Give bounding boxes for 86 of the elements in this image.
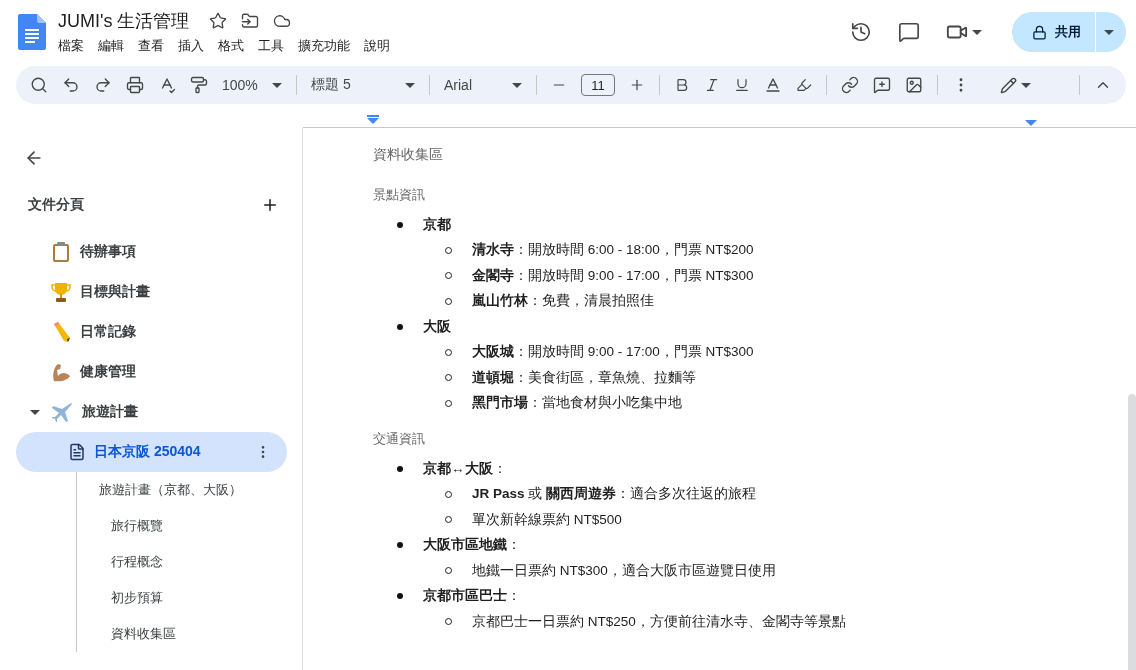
section-heading: 文件分頁	[28, 196, 84, 214]
caret-icon	[405, 82, 415, 88]
section-title: 景點資訊	[373, 186, 426, 204]
list-item: 京都↔大阪：	[423, 459, 507, 478]
menu-item[interactable]: 插入	[178, 37, 204, 55]
document-tab[interactable]: 日本京阪 250404	[16, 432, 287, 472]
bullet-icon	[397, 465, 403, 472]
move-to-folder-icon[interactable]	[241, 12, 260, 30]
font-dropdown[interactable]: Arial	[444, 77, 522, 93]
cloud-icon[interactable]	[273, 12, 292, 30]
docs-logo-icon[interactable]	[18, 14, 46, 50]
document-tab[interactable]: 旅遊計畫	[16, 392, 287, 432]
list-item: 地鐵一日票約 NT$300，適合大阪市區遊覽日使用	[472, 561, 776, 580]
list-item: 嵐山竹林：免費，清晨拍照佳	[472, 292, 654, 311]
caret-icon	[272, 82, 282, 88]
list-item: 金閣寺：開放時間 9:00 - 17:00，門票 NT$300	[472, 266, 754, 285]
airplane-icon	[52, 401, 74, 423]
underline-icon[interactable]	[734, 77, 750, 93]
italic-icon[interactable]	[704, 77, 720, 93]
list-item: JR Pass 或 關西周遊券：適合多次往返的旅程	[472, 485, 757, 504]
caret-icon	[1021, 82, 1031, 88]
indent-marker-icon[interactable]	[367, 115, 379, 124]
menu-item[interactable]: 工具	[258, 37, 284, 55]
document-tab[interactable]: 目標與計畫	[16, 272, 287, 312]
document-tab[interactable]: 健康管理	[16, 352, 287, 392]
increase-size-icon[interactable]	[629, 77, 645, 93]
star-icon[interactable]	[209, 12, 228, 30]
list-item: 大阪	[423, 317, 451, 336]
list-item: 黑門市場：當地食材與小吃集中地	[472, 394, 682, 413]
add-comment-icon[interactable]	[873, 76, 891, 94]
expand-arrow-icon[interactable]	[30, 407, 40, 417]
comment-icon[interactable]	[898, 21, 920, 43]
print-icon[interactable]	[126, 76, 144, 94]
document-title[interactable]: JUMI's 生活管理	[58, 9, 190, 33]
menu-item[interactable]: 查看	[138, 37, 164, 55]
menu-item[interactable]: 格式	[218, 37, 244, 55]
paint-format-icon[interactable]	[190, 76, 208, 94]
bullet-icon	[397, 221, 403, 228]
style-dropdown[interactable]: 標題 5	[311, 76, 415, 94]
list-item: 京都	[423, 215, 451, 234]
outline-item[interactable]: 資料收集區	[77, 616, 287, 652]
bullet-icon	[397, 593, 403, 600]
menu-item[interactable]: 編輯	[98, 37, 124, 55]
pencil-icon[interactable]	[1000, 76, 1017, 94]
outline-item[interactable]: 行程概念	[77, 544, 287, 580]
caret-icon	[972, 29, 982, 35]
link-icon[interactable]	[841, 76, 859, 94]
list-item: 大阪城：開放時間 9:00 - 17:00，門票 NT$300	[472, 343, 754, 362]
list-item: 單次新幹線票約 NT$500	[472, 510, 622, 529]
right-indent-marker-icon[interactable]	[1025, 120, 1037, 126]
bullet-icon	[397, 323, 403, 330]
history-icon[interactable]	[850, 21, 872, 43]
caret-icon	[1104, 29, 1114, 35]
bold-icon[interactable]	[674, 77, 690, 93]
list-item: 京都巴士一日票約 NT$250，方便前往清水寺、金閣寺等景點	[472, 612, 846, 631]
list-item: 京都市區巴士：	[423, 587, 521, 606]
document-heading: 資料收集區	[373, 146, 444, 164]
scrollbar[interactable]	[1128, 394, 1136, 670]
lock-icon	[1032, 24, 1047, 40]
document-icon	[68, 443, 86, 461]
trophy-icon	[50, 281, 72, 303]
menu-item[interactable]: 檔案	[58, 37, 84, 55]
flexed-arm-icon	[50, 361, 72, 383]
zoom-dropdown[interactable]: 100%	[222, 77, 282, 93]
bullet-icon	[397, 542, 403, 549]
outline-item[interactable]: 旅行概覽	[77, 508, 287, 544]
search-icon[interactable]	[30, 76, 48, 94]
redo-icon[interactable]	[94, 76, 112, 94]
list-item: 道頓堀：美食街區，章魚燒、拉麵等	[472, 368, 696, 387]
add-tab-icon[interactable]	[261, 196, 279, 214]
undo-icon[interactable]	[62, 76, 80, 94]
outline-item[interactable]: 初步預算	[77, 580, 287, 616]
list-item: 大阪市區地鐵：	[423, 536, 521, 555]
highlighter-icon[interactable]	[796, 77, 812, 93]
text-color-icon[interactable]	[764, 76, 782, 94]
caret-icon	[512, 82, 522, 88]
clipboard-icon	[50, 241, 72, 263]
menu-item[interactable]: 說明	[364, 37, 390, 55]
outline-item[interactable]: 旅遊計畫（京都、大阪）	[77, 472, 287, 508]
image-icon[interactable]	[905, 76, 923, 94]
font-size-field[interactable]: 11	[581, 74, 615, 96]
list-item: 清水寺：開放時間 6:00 - 18:00，門票 NT$200	[472, 241, 754, 260]
section-title: 交通資訊	[373, 430, 426, 448]
menu-item[interactable]: 擴充功能	[298, 37, 350, 55]
document-tab[interactable]: 待辦事項	[16, 232, 287, 272]
document-tab[interactable]: 日常記錄	[16, 312, 287, 352]
